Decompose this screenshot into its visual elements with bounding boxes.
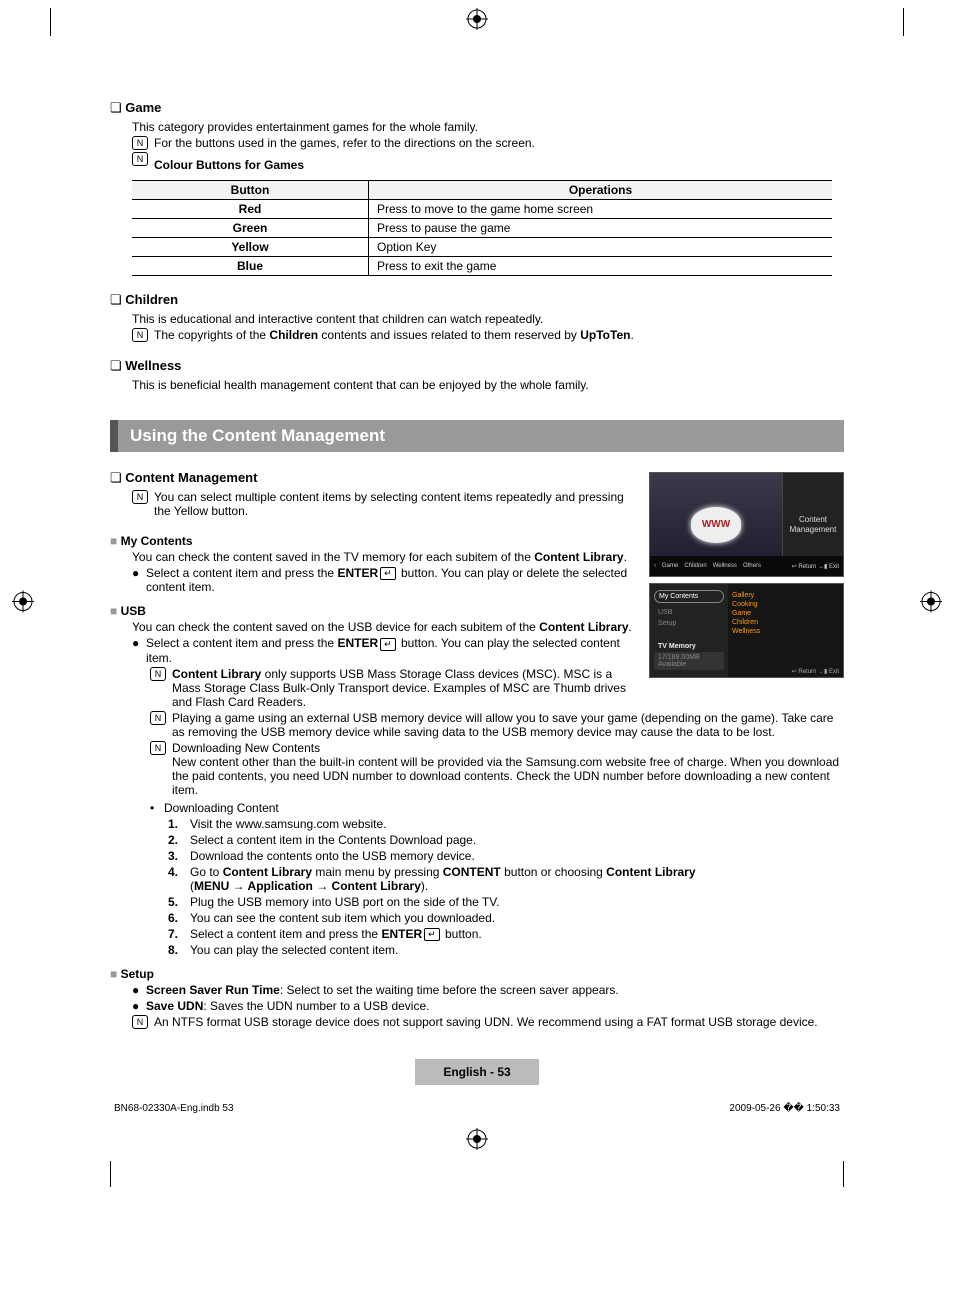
- mycontents-bullet: Select a content item and press the ENTE…: [146, 566, 635, 594]
- page-footer: English - 53: [110, 1059, 844, 1085]
- print-info-line: BN68-02330A-Eng.indb 53 2009-05-26 �� 1:…: [110, 1103, 844, 1114]
- usb-bullet: Select a content item and press the ENTE…: [146, 636, 635, 664]
- step-3: Download the contents onto the USB memor…: [190, 849, 844, 863]
- illustration-group: WWW Content Management ‹ Game Children W…: [649, 472, 844, 678]
- table-header-button: Button: [132, 181, 369, 200]
- note-icon: N: [150, 711, 166, 725]
- game-subhead: Colour Buttons for Games: [154, 158, 844, 172]
- enter-icon: ↵: [380, 638, 396, 651]
- registration-mark-right: [920, 591, 942, 616]
- enter-icon: ↵: [424, 928, 440, 941]
- children-note: The copyrights of the Children contents …: [154, 328, 844, 342]
- heading-children: Children: [110, 292, 844, 308]
- colour-buttons-table: Button Operations RedPress to move to th…: [132, 180, 832, 276]
- setup-note: An NTFS format USB storage device does n…: [154, 1015, 844, 1029]
- heading-setup: Setup: [110, 967, 844, 981]
- table-row: GreenPress to pause the game: [132, 219, 832, 238]
- screenshot-my-contents: My Contents USB Setup TV Memory 17/189.0…: [649, 583, 844, 678]
- usb-note-3: Downloading New Contents New content oth…: [172, 741, 844, 797]
- step-1: Visit the www.samsung.com website.: [190, 817, 844, 831]
- downloading-content-title: Downloading Content: [164, 801, 844, 815]
- section-bar-content-management: Using the Content Management: [110, 420, 844, 452]
- www-icon: WWW: [691, 507, 741, 543]
- section-bar-label: Using the Content Management: [118, 420, 844, 452]
- note-icon: N: [132, 1015, 148, 1029]
- section-children: Children This is educational and interac…: [110, 292, 844, 342]
- cm-note: You can select multiple content items by…: [154, 490, 635, 518]
- note-icon: N: [132, 328, 148, 342]
- children-desc: This is educational and interactive cont…: [132, 312, 844, 326]
- page-number-pill: English - 53: [415, 1059, 538, 1085]
- registration-mark-left: [12, 591, 34, 616]
- usb-note-1: Content Library only supports USB Mass S…: [172, 667, 635, 709]
- game-desc: This category provides entertainment gam…: [132, 120, 844, 134]
- table-row: RedPress to move to the game home screen: [132, 200, 832, 219]
- step-4: Go to Content Library main menu by press…: [190, 865, 844, 893]
- step-5: Plug the USB memory into USB port on the…: [190, 895, 844, 909]
- print-file: BN68-02330A-Eng.indb 53: [114, 1103, 234, 1114]
- print-time: 2009-05-26 �� 1:50:33: [729, 1103, 840, 1114]
- note-icon: N: [132, 136, 148, 150]
- note-icon: N: [150, 741, 166, 755]
- heading-wellness: Wellness: [110, 358, 844, 374]
- screenshot-content-library: WWW Content Management ‹ Game Children W…: [649, 472, 844, 577]
- crop-marks-bottom: [60, 1157, 894, 1187]
- manual-page: Game This category provides entertainmen…: [0, 0, 954, 1207]
- registration-mark-bottom: [60, 1128, 894, 1153]
- section-game: Game This category provides entertainmen…: [110, 100, 844, 276]
- usb-note-2: Playing a game using an external USB mem…: [172, 711, 844, 739]
- section-setup: Setup ●Screen Saver Run Time: Select to …: [110, 967, 844, 1029]
- step-2: Select a content item in the Contents Do…: [190, 833, 844, 847]
- crop-marks-top: [0, 8, 954, 38]
- step-8: You can play the selected content item.: [190, 943, 844, 957]
- page-content: Game This category provides entertainmen…: [60, 40, 894, 1124]
- note-icon: N: [132, 152, 148, 166]
- wellness-desc: This is beneficial health management con…: [132, 378, 844, 392]
- game-note-1: For the buttons used in the games, refer…: [154, 136, 844, 150]
- table-row: BluePress to exit the game: [132, 257, 832, 276]
- note-icon: N: [132, 490, 148, 504]
- step-6: You can see the content sub item which y…: [190, 911, 844, 925]
- registration-mark-top: [466, 8, 488, 30]
- step-7: Select a content item and press the ENTE…: [190, 927, 844, 941]
- setup-line-2: Save UDN: Saves the UDN number to a USB …: [146, 999, 844, 1013]
- note-icon: N: [150, 667, 166, 681]
- table-header-operations: Operations: [369, 181, 833, 200]
- heading-game: Game: [110, 100, 844, 116]
- section-wellness: Wellness This is beneficial health manag…: [110, 358, 844, 392]
- setup-line-1: Screen Saver Run Time: Select to set the…: [146, 983, 844, 997]
- table-row: YellowOption Key: [132, 238, 832, 257]
- enter-icon: ↵: [380, 567, 396, 580]
